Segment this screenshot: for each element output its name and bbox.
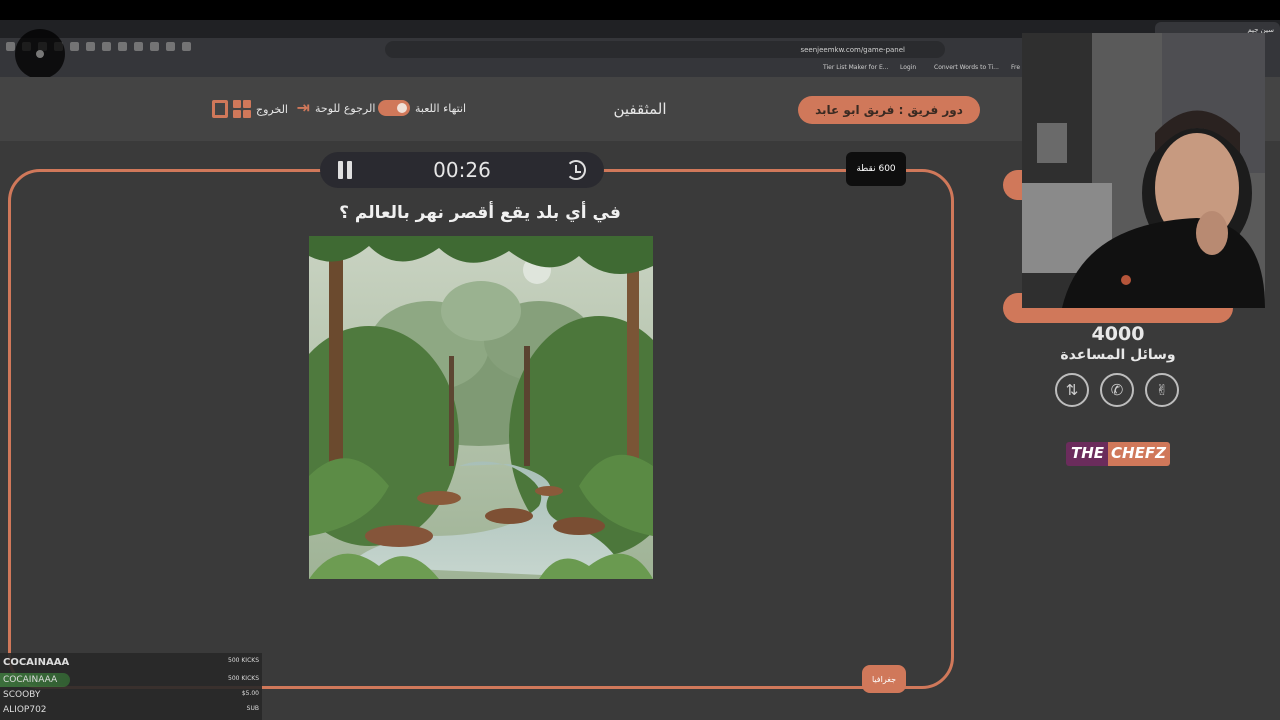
- stream-ticker: COCAINAAA 500 KICKS COCAINAAA 500 KICKS …: [0, 653, 262, 720]
- extension-icon[interactable]: [166, 42, 175, 51]
- ticker-amount: 500 KICKS: [228, 675, 259, 682]
- grid-icon: [233, 100, 251, 118]
- ticker-name: COCAINAAA: [3, 657, 70, 668]
- logo-part-1: THE: [1066, 442, 1109, 466]
- jungle-river-illustration: [309, 236, 653, 579]
- music-icon[interactable]: [86, 42, 95, 51]
- two-fingers-icon[interactable]: ✌: [1145, 373, 1179, 407]
- question-image: [309, 236, 653, 579]
- points-badge: 600 نقطة: [846, 152, 906, 186]
- phone-icon[interactable]: ✆: [1100, 373, 1134, 407]
- timer-bar: 00:26: [320, 152, 604, 188]
- menu-icon[interactable]: [6, 42, 15, 51]
- end-game-button[interactable]: انتهاء اللعبة: [378, 100, 466, 116]
- ticker-amount: 500 KICKS: [228, 657, 259, 664]
- exit-label: الخروج: [256, 102, 288, 116]
- two-answers-icon[interactable]: ⇅: [1055, 373, 1089, 407]
- sponsor-logo: THE CHEFZ: [1066, 442, 1170, 466]
- ticker-row: ALIOP702 SUB: [0, 703, 262, 717]
- ticker-name: SCOOBY: [3, 690, 41, 700]
- exit-button[interactable]: الخروج: [212, 100, 288, 118]
- url-text: seenjeemkw.com/game-panel: [800, 46, 905, 54]
- reset-timer-icon[interactable]: [566, 160, 586, 180]
- webcam-person-image: [1022, 33, 1265, 308]
- ticker-amount: $5.00: [241, 690, 259, 697]
- bookmark-item[interactable]: Fre: [1011, 64, 1020, 71]
- question-text: في أي بلد يقع أقصر نهر بالعالم ؟: [339, 203, 621, 223]
- category-title: المثقفين: [613, 100, 667, 118]
- extension-icon[interactable]: [150, 42, 159, 51]
- ticker-row: SCOOBY $5.00: [0, 688, 262, 702]
- bookmark-item[interactable]: Login: [900, 64, 916, 71]
- bookmark-item[interactable]: Convert Words to Ti...: [934, 64, 999, 71]
- ticker-name: ALIOP702: [3, 705, 47, 715]
- end-game-label: انتهاء اللعبة: [415, 101, 467, 115]
- logo-part-2: CHEFZ: [1108, 442, 1170, 466]
- ticker-amount: SUB: [246, 705, 259, 712]
- ticker-header: COCAINAAA 500 KICKS: [0, 655, 262, 669]
- team-score: 4000: [1091, 323, 1145, 345]
- webcam-overlay: [1022, 33, 1265, 308]
- extension-icon[interactable]: [134, 42, 143, 51]
- arrow-right-icon: ⇥: [296, 98, 310, 117]
- cursor-highlight: [15, 29, 65, 79]
- aids-title: وسائل المساعدة: [1060, 347, 1176, 363]
- bookmark-item[interactable]: Tier List Maker for E...: [823, 64, 888, 71]
- toggle-icon: [378, 100, 410, 116]
- download-icon[interactable]: [102, 42, 111, 51]
- extension-icon[interactable]: [182, 42, 191, 51]
- back-to-board-label: الرجوع للوحة: [315, 101, 376, 115]
- timer-display: 00:26: [433, 158, 491, 182]
- category-badge: جغرافيا: [862, 665, 906, 693]
- extension-icon[interactable]: [118, 42, 127, 51]
- address-bar[interactable]: seenjeemkw.com/game-panel: [385, 41, 945, 58]
- ticker-row: COCAINAAA 500 KICKS: [0, 673, 262, 687]
- screen-top-bar: [0, 0, 1280, 20]
- back-to-board-button[interactable]: الرجوع للوحة ⇥: [290, 98, 376, 117]
- extension-icon[interactable]: [70, 42, 79, 51]
- door-icon: [212, 100, 228, 118]
- team-turn-badge: دور فريق : فريق ابو عابد: [798, 96, 980, 124]
- ticker-name: COCAINAAA: [3, 675, 58, 685]
